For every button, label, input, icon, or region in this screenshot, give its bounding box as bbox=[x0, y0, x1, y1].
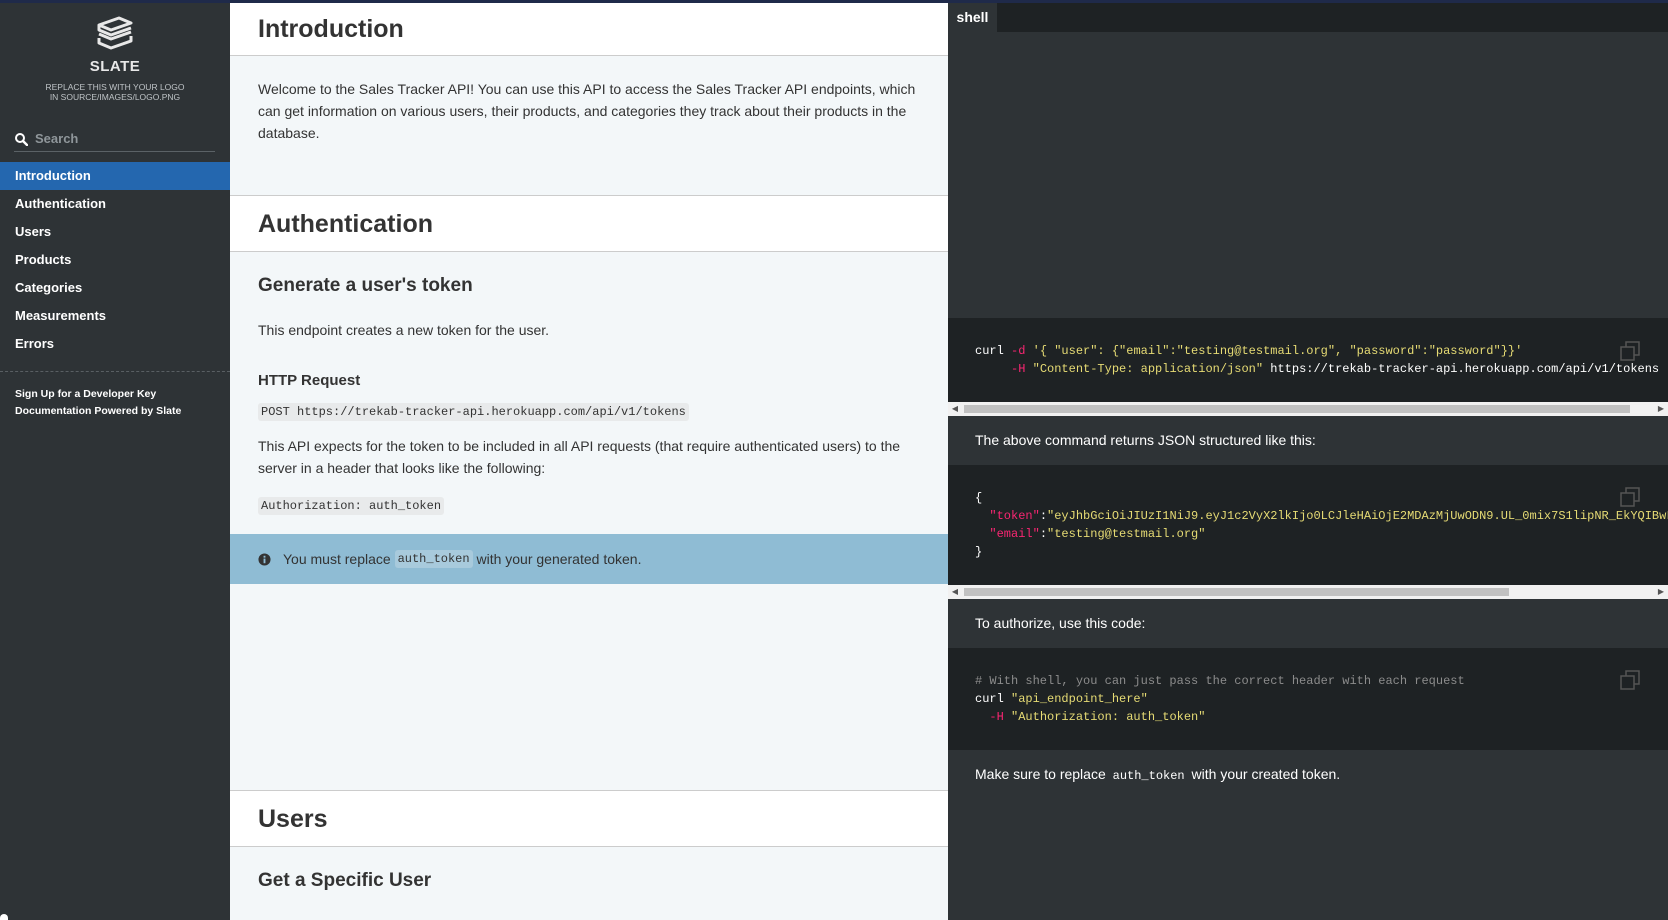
search-box bbox=[14, 126, 215, 152]
logo-subtitle-line1: REPLACE THIS WITH YOUR LOGO bbox=[45, 82, 185, 92]
info-icon bbox=[258, 552, 271, 566]
scroll-left-arrow[interactable]: ◀ bbox=[948, 585, 962, 599]
copy-icon[interactable] bbox=[1620, 670, 1640, 690]
auth-curl-cmd: curl bbox=[975, 692, 1004, 706]
powered-by-slate-link[interactable]: Documentation Powered by Slate bbox=[15, 403, 181, 420]
toc-item-authentication[interactable]: Authentication bbox=[0, 190, 230, 218]
json-scrollbar[interactable]: ◀ ▶ bbox=[948, 585, 1668, 599]
http-request-line: POST https://trekab-tracker-api.herokuap… bbox=[230, 399, 948, 423]
auth-header-line: Authorization: auth_token bbox=[230, 493, 948, 517]
json-email-key: "email" bbox=[989, 527, 1040, 541]
developer-key-link[interactable]: Sign Up for a Developer Key bbox=[15, 386, 181, 403]
toc-list: Introduction Authentication Users Produc… bbox=[0, 162, 230, 358]
language-tabs: shell bbox=[948, 3, 1668, 32]
token-heading: Generate a user's token bbox=[258, 275, 473, 296]
http-request-code: POST https://trekab-tracker-api.herokuap… bbox=[258, 403, 689, 421]
toc-item-users[interactable]: Users bbox=[0, 218, 230, 246]
json-close-brace: } bbox=[975, 545, 983, 559]
scroll-right-arrow[interactable]: ▶ bbox=[1654, 585, 1668, 599]
token-description: This endpoint creates a new token for th… bbox=[258, 322, 550, 338]
curl-data-string: '{ "user": {"email":"testing@testmail.or… bbox=[1032, 344, 1523, 358]
returns-text: The above command returns JSON structure… bbox=[975, 432, 1316, 448]
auth-endpoint: "api_endpoint_here" bbox=[1011, 692, 1148, 706]
json-token-key: "token" bbox=[989, 509, 1040, 523]
replace-code: auth_token bbox=[1112, 769, 1185, 783]
curl-code: curl -d '{ "user": {"email":"testing@tes… bbox=[948, 318, 1668, 378]
json-email-value: "testing@testmail.org" bbox=[1047, 527, 1206, 541]
curl-cmd: curl bbox=[975, 344, 1004, 358]
code-panel: shell curl -d '{ "user": {"email":"testi… bbox=[948, 0, 1668, 920]
notice-text-after: with your generated token. bbox=[476, 551, 642, 567]
replace-note: Make sure to replace auth_token with you… bbox=[975, 766, 1340, 783]
content-column: Introduction Welcome to the Sales Tracke… bbox=[230, 0, 948, 920]
tab-shell[interactable]: shell bbox=[948, 3, 997, 32]
auth-heading: Authentication bbox=[230, 196, 948, 252]
logo: SLATE REPLACE THIS WITH YOUR LOGO IN SOU… bbox=[0, 16, 230, 102]
logo-title: SLATE bbox=[89, 58, 141, 75]
toc-item-errors[interactable]: Errors bbox=[0, 330, 230, 358]
replace-text-after: with your created token. bbox=[1191, 766, 1341, 782]
notice-code: auth_token bbox=[394, 550, 473, 568]
sidebar-divider bbox=[0, 371, 230, 372]
logo-subtitle: REPLACE THIS WITH YOUR LOGO IN SOURCE/IM… bbox=[0, 82, 230, 102]
top-accent-line bbox=[0, 0, 1668, 3]
curl-code-block: curl -d '{ "user": {"email":"testing@tes… bbox=[948, 318, 1668, 402]
toc-item-measurements[interactable]: Measurements bbox=[0, 302, 230, 330]
intro-heading: Introduction bbox=[230, 0, 948, 56]
corner-indicator bbox=[0, 914, 8, 920]
search-input[interactable] bbox=[35, 131, 205, 146]
scroll-thumb[interactable] bbox=[964, 588, 1509, 596]
auth-flag-h: -H bbox=[989, 710, 1004, 724]
scroll-thumb[interactable] bbox=[964, 405, 1630, 413]
auth-comment: # With shell, you can just pass the corr… bbox=[975, 674, 1465, 688]
expects-paragraph: This API expects for the token to be inc… bbox=[258, 438, 901, 476]
specific-user-heading: Get a Specific User bbox=[258, 870, 432, 891]
sidebar: SLATE REPLACE THIS WITH YOUR LOGO IN SOU… bbox=[0, 0, 230, 920]
users-heading: Users bbox=[230, 791, 948, 847]
logo-subtitle-line2: IN SOURCE/IMAGES/LOGO.PNG bbox=[49, 92, 181, 102]
scroll-right-arrow[interactable]: ▶ bbox=[1654, 402, 1668, 416]
authorize-text: To authorize, use this code: bbox=[975, 615, 1146, 631]
toc-item-introduction[interactable]: Introduction bbox=[0, 162, 230, 190]
curl-flag-d: -d bbox=[1011, 344, 1026, 358]
copy-icon[interactable] bbox=[1620, 341, 1640, 361]
curl-flag-h: -H bbox=[1011, 362, 1026, 376]
toc-item-products[interactable]: Products bbox=[0, 246, 230, 274]
replace-text-before: Make sure to replace bbox=[975, 766, 1106, 782]
json-code-block: { "token":"eyJhbGciOiJIUzI1NiJ9.eyJ1c2Vy… bbox=[948, 465, 1668, 585]
curl-scrollbar[interactable]: ◀ ▶ bbox=[948, 402, 1668, 416]
search-icon bbox=[15, 132, 28, 146]
notice-box: You must replace auth_token with your ge… bbox=[230, 534, 948, 584]
json-code: { "token":"eyJhbGciOiJIUzI1NiJ9.eyJ1c2Vy… bbox=[948, 465, 1668, 561]
auth-header-code: Authorization: auth_token bbox=[258, 497, 445, 515]
notice-text-before: You must replace bbox=[283, 551, 391, 567]
auth-code-block: # With shell, you can just pass the corr… bbox=[948, 648, 1668, 750]
auth-code: # With shell, you can just pass the corr… bbox=[948, 648, 1668, 726]
http-request-heading: HTTP Request bbox=[258, 372, 361, 389]
toc-item-categories[interactable]: Categories bbox=[0, 274, 230, 302]
json-token-value: "eyJhbGciOiJIUzI1NiJ9.eyJ1c2VyX2lkIjo0LC… bbox=[1047, 509, 1668, 523]
scroll-left-arrow[interactable]: ◀ bbox=[948, 402, 962, 416]
json-open-brace: { bbox=[975, 491, 983, 505]
toc-footer: Sign Up for a Developer Key Documentatio… bbox=[15, 386, 181, 420]
intro-paragraph: Welcome to the Sales Tracker API! You ca… bbox=[258, 81, 916, 141]
curl-header-string: "Content-Type: application/json" bbox=[1032, 362, 1264, 376]
copy-icon[interactable] bbox=[1620, 487, 1640, 507]
curl-url: https://trekab-tracker-api.herokuapp.com… bbox=[1270, 362, 1660, 376]
books-logo-icon bbox=[97, 16, 133, 50]
auth-header-string: "Authorization: auth_token" bbox=[1011, 710, 1206, 724]
